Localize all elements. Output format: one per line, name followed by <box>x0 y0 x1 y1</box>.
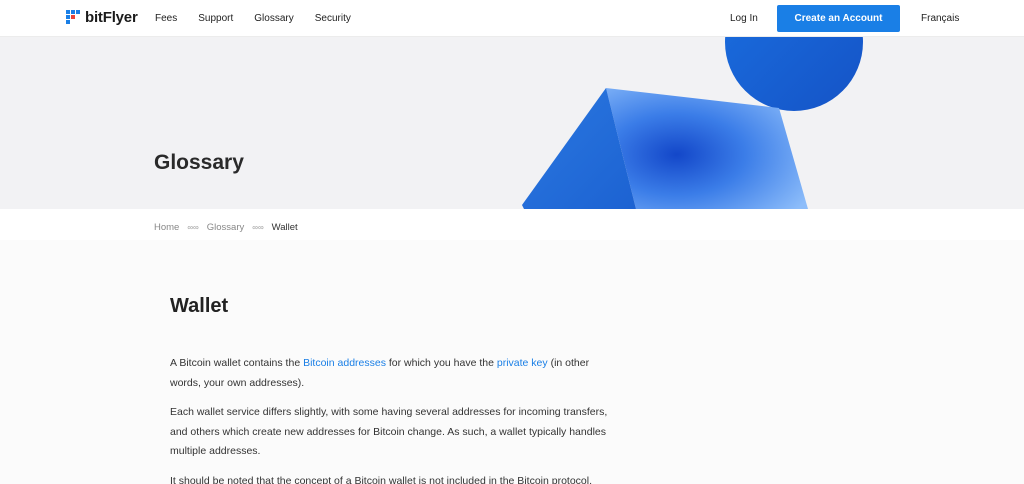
site-header: bitFlyer Fees Support Glossary Security … <box>0 0 1024 37</box>
logo-icon <box>66 10 81 25</box>
brand-logo[interactable]: bitFlyer <box>66 9 138 26</box>
paragraph-text: for which you have the <box>385 357 497 369</box>
breadcrumb-home[interactable]: Home <box>154 222 179 233</box>
nav-support[interactable]: Support <box>198 13 233 24</box>
breadcrumb-glossary[interactable]: Glossary <box>207 222 244 233</box>
article-paragraph: Each wallet service differs slightly, wi… <box>170 406 608 457</box>
brand-name: bitFlyer <box>85 9 138 26</box>
hero-illustration <box>522 37 863 209</box>
page-title: Glossary <box>154 151 244 174</box>
hero-banner: Glossary <box>0 37 1024 209</box>
language-switch[interactable]: Français <box>921 13 959 24</box>
nav-fees[interactable]: Fees <box>155 13 177 24</box>
breadcrumb-current: Wallet <box>271 222 298 233</box>
create-account-button[interactable]: Create an Account <box>777 5 900 32</box>
private-key-link[interactable]: private key <box>497 357 548 369</box>
article-paragraph: A Bitcoin wallet contains the Bitcoin ad… <box>170 354 620 393</box>
hero-circle-shape <box>725 37 863 111</box>
breadcrumb-separator-icon: ∞∞ <box>187 223 199 232</box>
main-nav: Fees Support Glossary Security <box>155 13 351 24</box>
article-paragraph: It should be noted that the concept of a… <box>170 474 593 484</box>
paragraph-text: A Bitcoin wallet contains the <box>170 357 304 369</box>
breadcrumb: Home ∞∞ Glossary ∞∞ Wallet <box>154 222 298 233</box>
breadcrumb-separator-icon: ∞∞ <box>252 223 264 232</box>
nav-glossary[interactable]: Glossary <box>254 13 293 24</box>
article-title: Wallet <box>170 295 229 317</box>
bitcoin-addresses-link[interactable]: Bitcoin addresses <box>303 357 386 369</box>
login-link[interactable]: Log In <box>730 13 758 24</box>
glossary-article: Wallet A Bitcoin wallet contains the Bit… <box>170 295 620 484</box>
nav-security[interactable]: Security <box>315 13 351 24</box>
